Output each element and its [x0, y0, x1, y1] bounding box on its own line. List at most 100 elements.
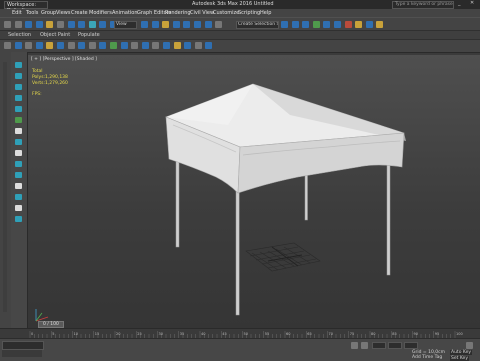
hierarchy-icon[interactable]	[131, 42, 139, 49]
menu-customize[interactable]: Customize	[213, 10, 239, 16]
menu-views[interactable]: Views	[56, 10, 70, 16]
redo-icon[interactable]	[14, 21, 22, 28]
sky-icon[interactable]	[184, 42, 192, 49]
undo-icon[interactable]	[4, 21, 11, 28]
scale-tool-icon[interactable]	[15, 95, 22, 101]
menu-animation[interactable]: Animation	[112, 10, 138, 16]
select-object-icon[interactable]	[67, 21, 75, 28]
set-key-button[interactable]: Set Key	[450, 356, 469, 361]
layer-manager-icon[interactable]	[302, 21, 310, 28]
timeline-tick-label: 20	[116, 332, 120, 336]
percent-snap-icon[interactable]	[193, 21, 201, 28]
systems-icon[interactable]	[88, 42, 96, 49]
pivot-icon[interactable]	[141, 21, 148, 28]
torus-icon[interactable]	[35, 42, 43, 49]
timeline-tick-label: 65	[307, 332, 311, 336]
rotate-tool-icon[interactable]	[15, 84, 22, 90]
workspace-dropdown[interactable]: Workspace: Default	[4, 1, 48, 14]
link-icon[interactable]	[25, 21, 33, 28]
scene-explorer-resize-handle[interactable]	[3, 62, 7, 312]
tab-selection[interactable]: Selection	[8, 32, 31, 38]
snap-icon[interactable]	[172, 21, 180, 28]
mirror-icon[interactable]	[281, 21, 288, 28]
tab-populate[interactable]: Populate	[78, 32, 100, 38]
polygon-icon[interactable]	[15, 161, 22, 167]
absolute-mode-icon[interactable]	[361, 342, 368, 349]
sun-icon[interactable]	[173, 42, 181, 49]
spacewarp-icon[interactable]	[78, 42, 86, 49]
box-icon[interactable]	[4, 42, 11, 49]
render-setup-icon[interactable]	[355, 21, 363, 28]
menu-edit[interactable]: Edit	[12, 10, 22, 16]
align-icon[interactable]	[291, 21, 299, 28]
close-button[interactable]: ✕	[470, 0, 474, 6]
tab-object-paint[interactable]: Object Paint	[40, 32, 70, 38]
motion-icon[interactable]	[141, 42, 149, 49]
target-icon[interactable]	[194, 42, 202, 49]
cylinder-icon[interactable]	[25, 42, 33, 49]
menu-scripting[interactable]: Scripting	[238, 10, 260, 16]
auto-key-button[interactable]: Auto Key	[450, 350, 473, 355]
material-editor-icon[interactable]	[344, 21, 352, 28]
angle-snap-icon[interactable]	[183, 21, 191, 28]
sphere-icon[interactable]	[14, 42, 22, 49]
edit-poly-icon[interactable]	[15, 128, 22, 134]
symmetry-icon[interactable]	[15, 205, 22, 211]
playback-icon[interactable]	[466, 342, 473, 349]
selection-filter-icon[interactable]	[56, 21, 64, 28]
minimize-button[interactable]: _	[458, 0, 461, 6]
edge-icon[interactable]	[15, 150, 22, 156]
vertex-icon[interactable]	[15, 139, 22, 145]
helper-icon[interactable]	[67, 42, 75, 49]
keyboard-shortcut-icon[interactable]	[162, 21, 170, 28]
maxscript-listener[interactable]	[2, 341, 44, 350]
menu-rendering[interactable]: Rendering	[165, 10, 191, 16]
z-coordinate-field[interactable]	[404, 342, 418, 349]
select-tool-icon[interactable]	[15, 62, 22, 68]
x-coordinate-field[interactable]	[372, 342, 386, 349]
particle-icon[interactable]	[205, 42, 213, 49]
perspective-viewport[interactable]: [ + ] [Perspective ] [Shaded ] Total Pol…	[28, 55, 480, 328]
unwrap-icon[interactable]	[15, 216, 22, 222]
utilities-icon[interactable]	[162, 42, 170, 49]
modify-icon[interactable]	[120, 42, 128, 49]
graphite-ribbon-icon[interactable]	[312, 21, 320, 28]
relax-icon[interactable]	[15, 194, 22, 200]
light-icon[interactable]	[46, 42, 54, 49]
display-icon[interactable]	[152, 42, 160, 49]
move-tool-icon[interactable]	[15, 73, 22, 79]
place-tool-icon[interactable]	[15, 106, 22, 112]
select-region-icon[interactable]	[88, 21, 96, 28]
menu-help[interactable]: Help	[260, 10, 271, 16]
bind-space-warp-icon[interactable]	[46, 21, 54, 28]
menu-tools[interactable]: Tools	[26, 10, 38, 16]
menu-group[interactable]: Group	[41, 10, 56, 16]
select-by-name-icon[interactable]	[78, 21, 86, 28]
lock-icon[interactable]	[351, 342, 358, 349]
unlink-icon[interactable]	[35, 21, 43, 28]
menu-modifiers[interactable]: Modifiers	[89, 10, 112, 16]
geometry-icon[interactable]	[109, 42, 117, 49]
add-time-tag[interactable]: Add Time Tag	[412, 355, 442, 360]
shapes-icon[interactable]	[99, 42, 107, 49]
curve-editor-icon[interactable]	[323, 21, 331, 28]
menu-create[interactable]: Create	[71, 10, 88, 16]
timeline-tick-label: 55	[265, 332, 269, 336]
time-slider-handle[interactable]: 0 / 100	[38, 321, 64, 328]
select-manipulate-icon[interactable]	[151, 21, 159, 28]
render-production-icon[interactable]	[376, 21, 384, 28]
element-icon[interactable]	[15, 172, 22, 178]
rendered-frame-icon[interactable]	[365, 21, 373, 28]
menu-civil-view[interactable]: Civil View	[190, 10, 214, 16]
edit-named-selection-icon[interactable]	[215, 21, 223, 28]
selection-set-dropdown[interactable]: Create Selection Se	[236, 21, 279, 29]
view-dropdown[interactable]: View	[114, 21, 137, 29]
spinner-snap-icon[interactable]	[204, 21, 212, 28]
schematic-view-icon[interactable]	[333, 21, 341, 28]
smooth-icon[interactable]	[15, 183, 22, 189]
search-input[interactable]: Type a keyword or phrase	[392, 1, 454, 9]
move-icon[interactable]	[99, 21, 107, 28]
paint-tool-icon[interactable]	[15, 117, 22, 123]
y-coordinate-field[interactable]	[388, 342, 402, 349]
camera-icon[interactable]	[56, 42, 64, 49]
